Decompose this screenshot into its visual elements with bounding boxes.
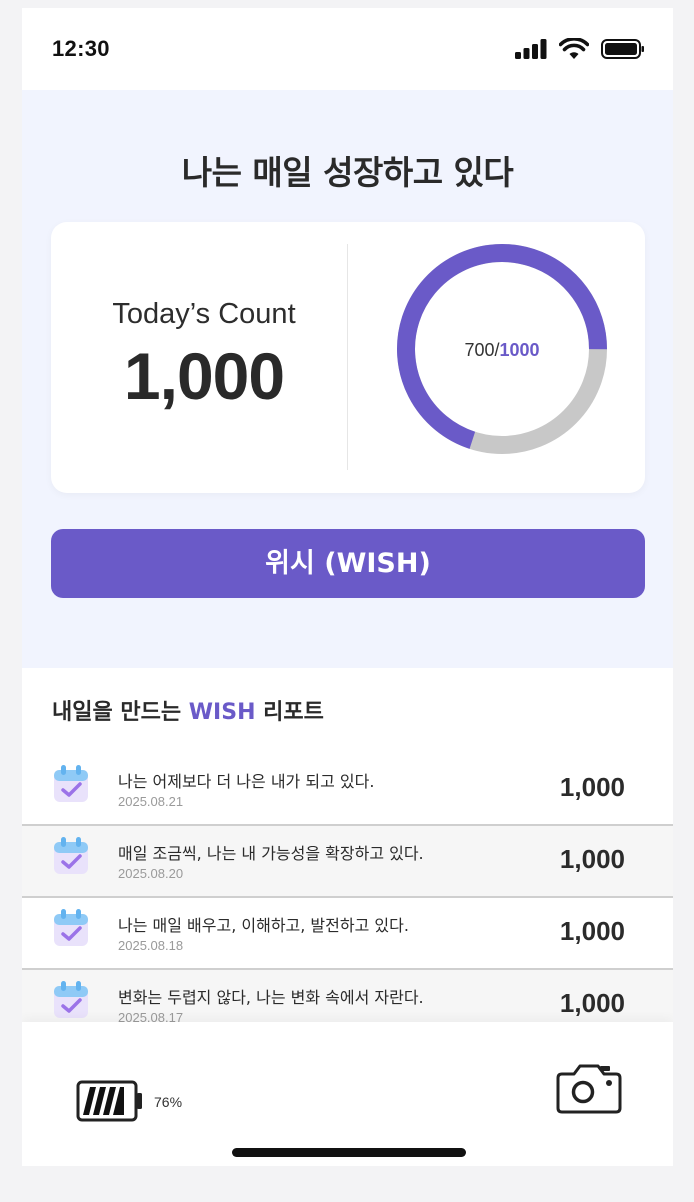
calendar-check-icon bbox=[54, 837, 88, 874]
calendar-check-icon bbox=[54, 909, 88, 946]
calendar-check-icon bbox=[54, 981, 88, 1018]
report-item-count: 1,000 bbox=[559, 844, 625, 874]
todays-count-label: Today’s Count bbox=[112, 298, 296, 330]
report-title-suffix: 리포트 bbox=[255, 700, 324, 725]
report-item-date: 2025.08.21 bbox=[118, 794, 184, 809]
report-item-count: 1,000 bbox=[559, 772, 625, 802]
hero-section: 나는 매일 성장하고 있다 Today’s Count 1,000 700/10… bbox=[22, 90, 673, 668]
progress-total: 1000 bbox=[499, 340, 540, 360]
report-item-count: 1,000 bbox=[559, 916, 625, 946]
count-card: Today’s Count 1,000 700/1000 bbox=[51, 222, 645, 493]
camera-icon[interactable] bbox=[556, 1060, 622, 1114]
status-time: 12:30 bbox=[52, 36, 110, 61]
report-title: 내일을 만드는 WISH 리포트 bbox=[52, 694, 324, 726]
report-item-text: 나는 매일 배우고, 이해하고, 발전하고 있다. bbox=[118, 916, 409, 935]
report-row[interactable]: 변화는 두렵지 않다, 나는 변화 속에서 자란다. 2025.08.17 1,… bbox=[22, 970, 673, 1022]
report-item-count: 1,000 bbox=[559, 988, 625, 1018]
card-divider bbox=[347, 244, 348, 470]
report-title-accent: WISH bbox=[188, 700, 256, 725]
report-item-date: 2025.08.20 bbox=[118, 866, 184, 881]
hero-title: 나는 매일 성장하고 있다 bbox=[181, 153, 514, 192]
report-item-date: 2025.08.18 bbox=[118, 938, 184, 953]
progress-ring-label: 700/1000 bbox=[395, 340, 609, 361]
bottom-bar: 76% bbox=[22, 1022, 673, 1166]
todays-count-value: 1,000 bbox=[123, 339, 285, 413]
report-item-date: 2025.08.17 bbox=[118, 1010, 184, 1022]
report-row[interactable]: 나는 매일 배우고, 이해하고, 발전하고 있다. 2025.08.18 1,0… bbox=[22, 898, 673, 970]
battery-icon bbox=[601, 39, 644, 59]
wish-button[interactable]: 위시 (WISH) bbox=[51, 529, 645, 598]
home-indicator bbox=[232, 1148, 466, 1157]
report-section: 내일을 만드는 WISH 리포트 나는 어제보다 더 나은 내가 되고 있다. … bbox=[22, 668, 673, 1022]
battery-level-icon bbox=[76, 1080, 142, 1122]
status-icons bbox=[515, 38, 645, 60]
wifi-icon bbox=[559, 38, 589, 59]
report-item-text: 변화는 두렵지 않다, 나는 변화 속에서 자란다. bbox=[118, 988, 424, 1007]
report-item-text: 나는 어제보다 더 나은 내가 되고 있다. bbox=[118, 772, 375, 791]
progress-current: 700/ bbox=[464, 340, 500, 360]
report-list: 나는 어제보다 더 나은 내가 되고 있다. 2025.08.21 1,000 … bbox=[22, 754, 673, 1022]
report-item-text: 매일 조금씩, 나는 내 가능성을 확장하고 있다. bbox=[118, 844, 424, 863]
report-title-prefix: 내일을 만드는 bbox=[52, 700, 189, 725]
status-bar: 12:30 bbox=[22, 8, 673, 90]
report-row[interactable]: 나는 어제보다 더 나은 내가 되고 있다. 2025.08.21 1,000 bbox=[22, 754, 673, 826]
phone-screen: 12:30 나는 매일 성장하고 있다 Today’s Count 1,000 … bbox=[22, 8, 673, 1166]
battery-percent: 76% bbox=[154, 1094, 183, 1110]
calendar-check-icon bbox=[54, 765, 88, 802]
report-row[interactable]: 매일 조금씩, 나는 내 가능성을 확장하고 있다. 2025.08.20 1,… bbox=[22, 826, 673, 898]
signal-icon bbox=[515, 39, 547, 59]
